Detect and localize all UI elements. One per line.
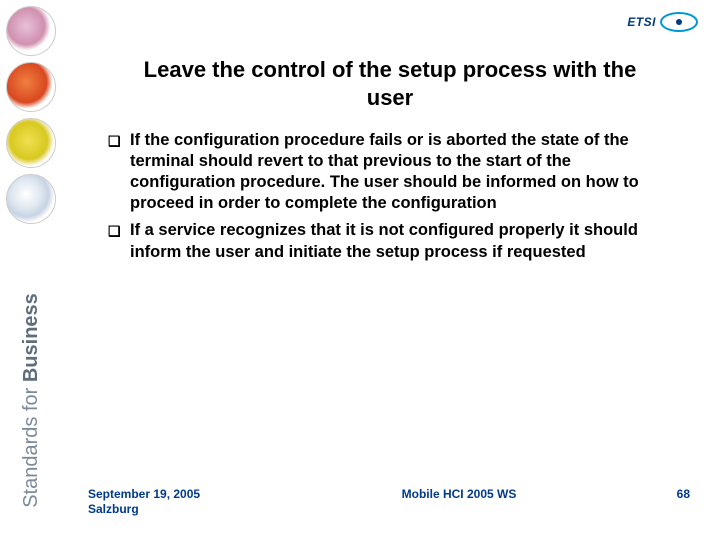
- footer-page-number: 68: [630, 487, 690, 501]
- bullet-item: ❑ If a service recognizes that it is not…: [108, 220, 668, 262]
- slide-title: Leave the control of the setup process w…: [120, 56, 660, 111]
- globe-icon: [6, 174, 56, 224]
- vertical-text-part: Business: [20, 293, 42, 382]
- bullet-item: ❑ If the configuration procedure fails o…: [108, 130, 668, 214]
- checkbox-icon: ❑: [108, 130, 130, 214]
- vertical-text-part: for: [20, 382, 42, 411]
- slide-content: ❑ If the configuration procedure fails o…: [108, 130, 668, 269]
- sidebar-vertical-text: Standards for Business: [0, 270, 62, 530]
- vertical-text-part: Standards: [20, 411, 42, 508]
- footer-location: Salzburg: [88, 502, 288, 518]
- logo-ellipse-icon: [660, 12, 698, 32]
- slide: Standards for Business ETSI Leave the co…: [0, 0, 720, 540]
- footer-center: Mobile HCI 2005 WS: [288, 487, 630, 501]
- footer-left: September 19, 2005 Salzburg: [88, 487, 288, 518]
- globe-icon: [6, 6, 56, 56]
- bullet-text: If a service recognizes that it is not c…: [130, 220, 668, 262]
- sidebar: Standards for Business: [0, 0, 62, 540]
- footer: September 19, 2005 Salzburg Mobile HCI 2…: [88, 487, 690, 518]
- etsi-logo: ETSI: [627, 12, 698, 32]
- footer-date: September 19, 2005: [88, 487, 288, 503]
- checkbox-icon: ❑: [108, 220, 130, 262]
- globe-icon: [6, 62, 56, 112]
- bullet-text: If the configuration procedure fails or …: [130, 130, 668, 214]
- globe-icon: [6, 118, 56, 168]
- logo-text: ETSI: [627, 15, 656, 29]
